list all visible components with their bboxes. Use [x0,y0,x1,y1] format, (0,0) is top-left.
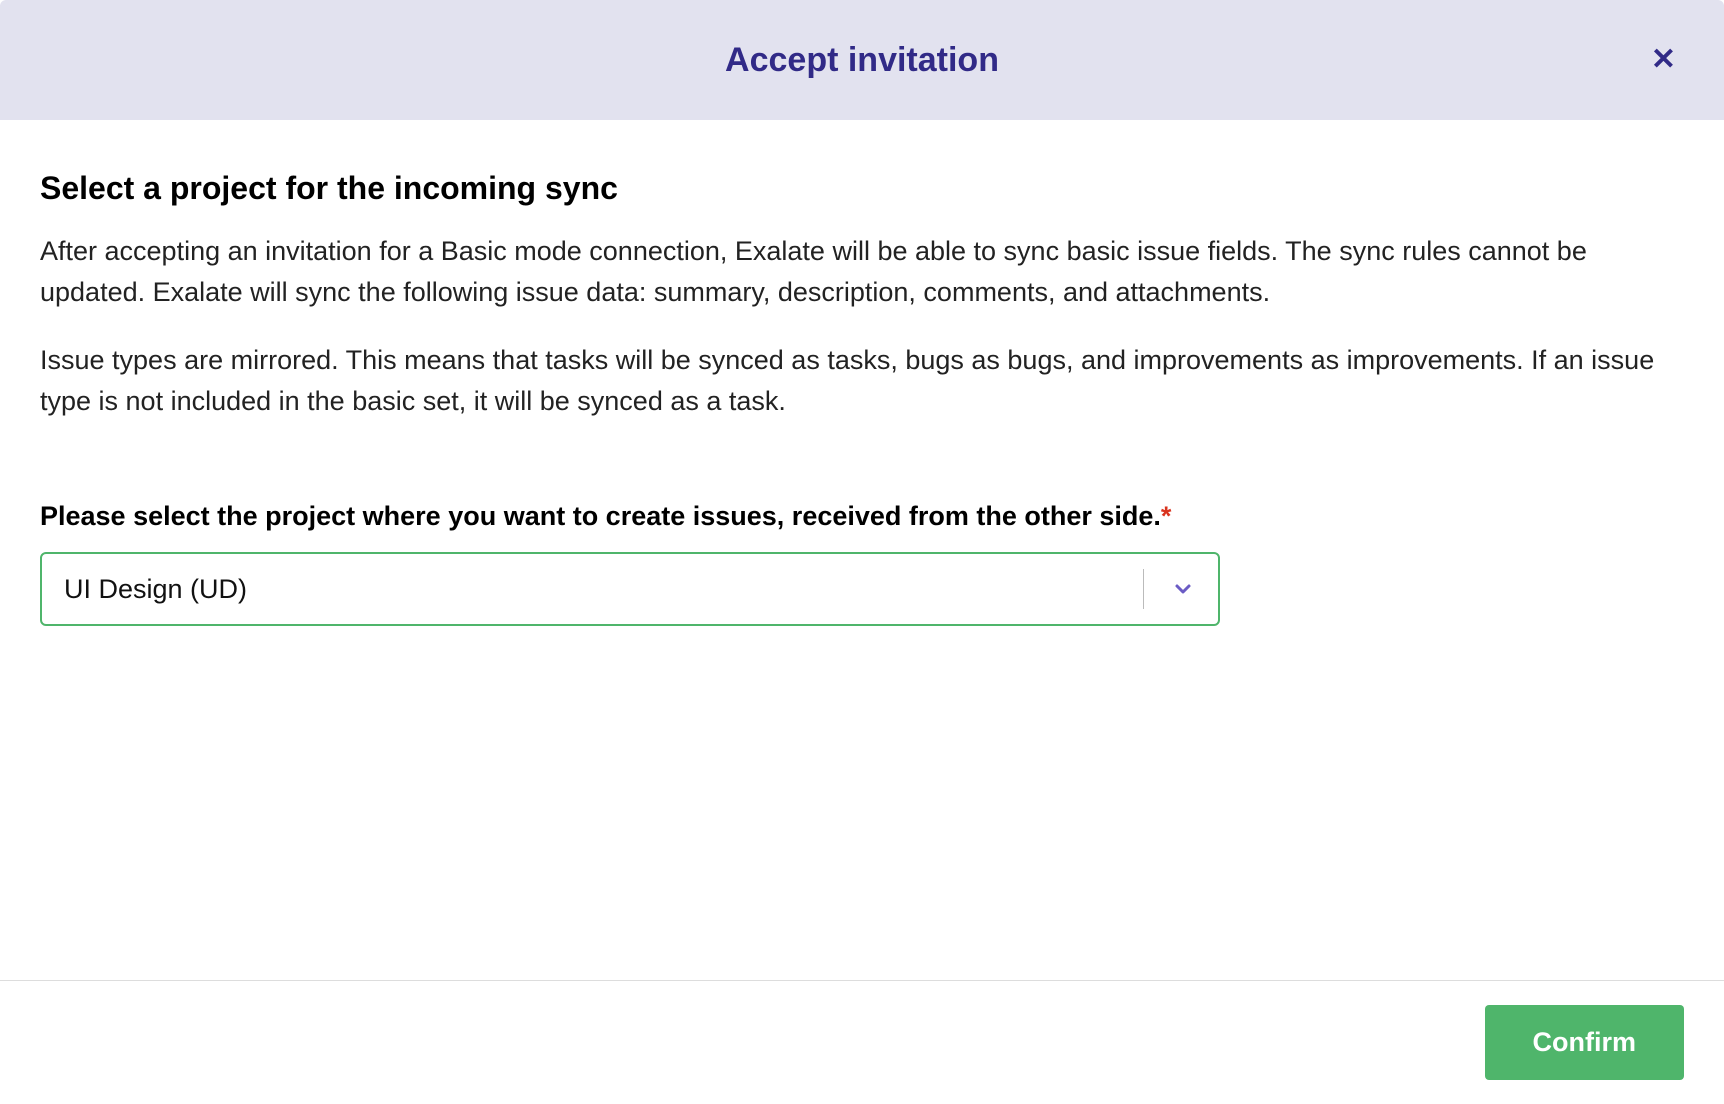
modal-header: Accept invitation ✕ [0,0,1724,120]
close-button[interactable]: ✕ [1643,37,1684,83]
project-select-label: Please select the project where you want… [40,501,1684,532]
description-paragraph-2: Issue types are mirrored. This means tha… [40,340,1684,421]
project-select-value[interactable]: UI Design (UD) [42,554,1143,624]
modal-footer: Confirm [0,980,1724,1104]
confirm-button[interactable]: Confirm [1485,1005,1685,1080]
modal-body: Select a project for the incoming sync A… [0,120,1724,980]
select-divider [1143,569,1144,609]
modal-title: Accept invitation [725,41,999,80]
field-label-text: Please select the project where you want… [40,501,1161,531]
required-marker: * [1161,501,1172,531]
description-paragraph-1: After accepting an invitation for a Basi… [40,231,1684,312]
close-icon: ✕ [1651,43,1676,76]
chevron-down-icon[interactable] [1148,577,1218,601]
section-heading: Select a project for the incoming sync [40,170,1684,207]
project-select[interactable]: UI Design (UD) [40,552,1220,626]
accept-invitation-modal: Accept invitation ✕ Select a project for… [0,0,1724,1104]
